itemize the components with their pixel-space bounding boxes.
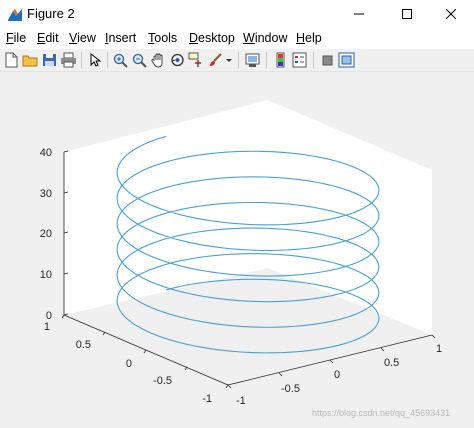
toolbar-separator bbox=[81, 52, 82, 68]
toolbar-separator bbox=[266, 52, 267, 68]
rotate-3d-button[interactable] bbox=[169, 52, 186, 68]
data-cursor-icon bbox=[188, 52, 201, 67]
y-axis: 1 0.5 0 -0.5 -1 bbox=[44, 314, 229, 405]
close-button[interactable] bbox=[428, 0, 474, 30]
z-tick-label: 20 bbox=[40, 228, 52, 240]
title-bar[interactable]: Figure 2 bbox=[0, 0, 474, 30]
insert-legend-icon bbox=[292, 52, 307, 68]
y-tick-label: -0.5 bbox=[153, 375, 172, 387]
y-tick-label: 0.5 bbox=[76, 339, 91, 351]
edit-plot-button[interactable] bbox=[86, 52, 103, 68]
menu-bar: File Edit View Insert Tools Desktop Wind… bbox=[0, 30, 474, 49]
zoom-out-button[interactable] bbox=[131, 52, 148, 68]
zoom-out-icon bbox=[132, 53, 147, 68]
y-tick bbox=[225, 384, 229, 389]
insert-legend-button[interactable] bbox=[291, 52, 308, 68]
y-tick bbox=[61, 314, 65, 319]
z-axis: 0 10 20 30 40 bbox=[40, 147, 69, 322]
x-tick-label: 0.5 bbox=[384, 357, 399, 369]
print-button[interactable] bbox=[60, 52, 77, 68]
zoom-in-icon bbox=[113, 53, 128, 68]
x-tick-label: 0 bbox=[334, 369, 340, 381]
menu-help[interactable]: Help bbox=[296, 31, 322, 45]
new-figure-button[interactable] bbox=[3, 52, 20, 68]
open-file-button[interactable] bbox=[22, 52, 39, 68]
data-cursor-button[interactable] bbox=[188, 52, 205, 68]
menu-tools[interactable]: Tools bbox=[148, 31, 177, 45]
link-plot-icon bbox=[245, 53, 260, 67]
figure-canvas[interactable]: 0 10 20 30 40 1 0.5 0 -0.5 -1 -1 -0.5 0 … bbox=[0, 72, 474, 428]
show-plot-tools-button[interactable] bbox=[338, 52, 355, 68]
figure-toolbar bbox=[0, 49, 474, 72]
close-icon bbox=[445, 6, 457, 24]
x-tick bbox=[278, 372, 283, 377]
minimize-button[interactable] bbox=[336, 0, 382, 30]
x-tick bbox=[227, 384, 232, 389]
x-tick bbox=[329, 359, 334, 364]
menu-window[interactable]: Window bbox=[243, 31, 287, 45]
z-tick-label: 40 bbox=[40, 147, 52, 159]
x-tick bbox=[431, 334, 436, 339]
menu-desktop[interactable]: Desktop bbox=[189, 31, 235, 45]
maximize-icon bbox=[402, 6, 412, 24]
pan-button[interactable] bbox=[150, 52, 167, 68]
brush-icon bbox=[210, 53, 222, 66]
edit-plot-arrow-icon bbox=[90, 52, 102, 67]
insert-colorbar-icon bbox=[276, 52, 285, 68]
brush-dropdown-button[interactable] bbox=[224, 52, 234, 68]
menu-insert[interactable]: Insert bbox=[105, 31, 136, 45]
insert-colorbar-button[interactable] bbox=[272, 52, 289, 68]
zoom-in-button[interactable] bbox=[112, 52, 129, 68]
toolbar-separator bbox=[107, 52, 108, 68]
x-tick-label: 1 bbox=[436, 343, 442, 355]
show-plot-tools-icon bbox=[338, 52, 355, 68]
x-tick-label: -1 bbox=[236, 395, 246, 407]
rotate-3d-icon bbox=[171, 53, 184, 67]
print-icon bbox=[61, 52, 76, 68]
y-tick-label: 0 bbox=[126, 358, 132, 370]
hide-plot-tools-button[interactable] bbox=[319, 52, 336, 68]
save-icon bbox=[43, 54, 56, 66]
brush-dropdown-icon bbox=[226, 59, 232, 62]
toolbar-separator bbox=[238, 52, 239, 68]
link-plot-button[interactable] bbox=[244, 52, 261, 68]
maximize-button[interactable] bbox=[384, 0, 430, 30]
x-tick-label: -0.5 bbox=[281, 383, 300, 395]
y-tick-label: 1 bbox=[44, 321, 50, 333]
open-file-icon bbox=[22, 55, 38, 67]
figure-window: Figure 2 File Edit View Insert Tools Des… bbox=[0, 0, 474, 428]
minimize-icon bbox=[354, 6, 364, 24]
window-title: Figure 2 bbox=[27, 6, 75, 21]
watermark: https://blog.csdn.net/qq_45693431 bbox=[312, 408, 451, 418]
menu-view[interactable]: View bbox=[69, 31, 96, 45]
save-button[interactable] bbox=[41, 52, 58, 68]
brush-button[interactable] bbox=[207, 52, 224, 68]
y-tick-label: -1 bbox=[202, 393, 212, 405]
z-tick-label: 30 bbox=[40, 188, 52, 200]
x-tick bbox=[380, 347, 385, 352]
toolbar-separator bbox=[313, 52, 314, 68]
matlab-figure-icon bbox=[7, 7, 23, 23]
z-tick-label: 10 bbox=[40, 269, 52, 281]
hide-plot-tools-icon bbox=[322, 55, 333, 66]
menu-edit[interactable]: Edit bbox=[37, 31, 59, 45]
pan-hand-icon bbox=[151, 53, 163, 68]
new-figure-icon bbox=[5, 52, 18, 68]
menu-file[interactable]: File bbox=[6, 31, 26, 45]
y-tick bbox=[143, 349, 147, 354]
axes-3d[interactable]: 0 10 20 30 40 1 0.5 0 -0.5 -1 -1 -0.5 0 … bbox=[0, 72, 474, 428]
